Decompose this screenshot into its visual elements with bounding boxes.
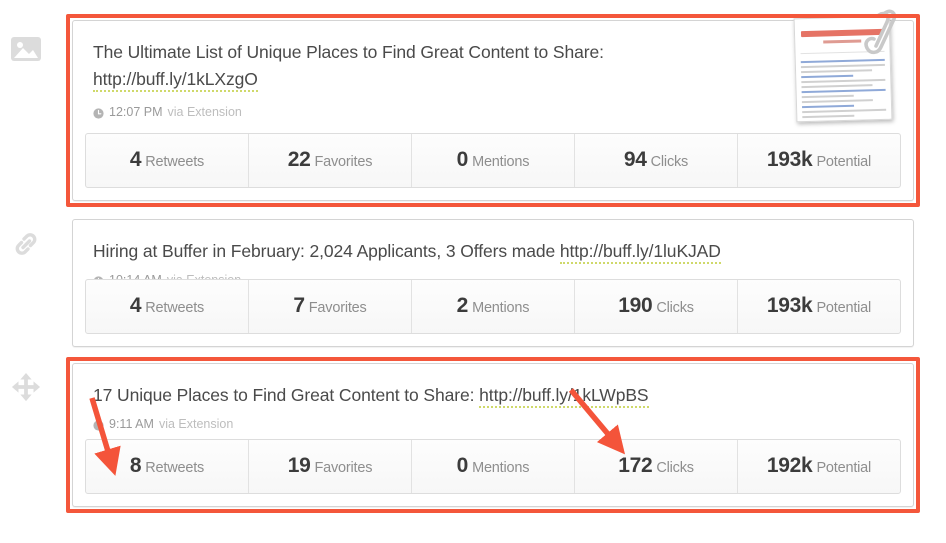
stat-retweets[interactable]: 4 Retweets <box>86 134 249 187</box>
stat-mentions-label: Mentions <box>472 154 530 170</box>
post-stats: 8 Retweets 19 Favorites 0 Mentions 172 Click… <box>85 439 901 494</box>
image-icon <box>8 31 44 67</box>
post-card-body: Hiring at Buffer in February: 2,024 Appl… <box>73 220 913 287</box>
stat-mentions-label: Mentions <box>472 300 530 316</box>
stat-retweets-label: Retweets <box>145 460 205 476</box>
stat-clicks-value: 190 <box>618 294 653 317</box>
stat-potential-value: 193k <box>766 294 813 317</box>
post-text: 17 Unique Places to Find Great Content t… <box>93 382 893 409</box>
post-text: Hiring at Buffer in February: 2,024 Appl… <box>93 238 893 265</box>
stat-clicks-value: 94 <box>623 148 647 171</box>
post-source: via Extension <box>158 417 234 431</box>
stat-retweets-value: 8 <box>129 454 142 477</box>
stat-mentions-value: 2 <box>456 294 469 317</box>
stat-retweets[interactable]: 8 Retweets <box>86 440 249 493</box>
post-text: The Ultimate List of Unique Places to Fi… <box>93 39 773 93</box>
stat-potential[interactable]: 193k Potential <box>738 134 900 187</box>
stat-favorites-value: 19 <box>287 454 311 477</box>
stat-clicks[interactable]: 94 Clicks <box>575 134 738 187</box>
stat-clicks-label: Clicks <box>650 154 689 170</box>
stat-favorites-label: Favorites <box>314 154 373 170</box>
clock-icon <box>93 419 104 431</box>
stat-mentions-value: 0 <box>456 454 469 477</box>
stat-mentions[interactable]: 2 Mentions <box>412 280 575 333</box>
post-meta: 12:07 PM via Extension <box>93 105 893 119</box>
stat-potential-label: Potential <box>816 300 872 316</box>
post-stats: 4 Retweets 7 Favorites 2 Mentions 190 Clicks… <box>85 279 901 334</box>
stat-favorites-label: Favorites <box>308 300 367 316</box>
post-stats: 4 Retweets 22 Favorites 0 Mentions 94 Clicks… <box>85 133 901 188</box>
left-gutter <box>0 0 58 543</box>
stat-favorites[interactable]: 19 Favorites <box>249 440 412 493</box>
post-time: 12:07 PM <box>109 105 163 119</box>
clock-icon <box>93 107 104 119</box>
post-card-body: 17 Unique Places to Find Great Content t… <box>73 364 913 431</box>
post-link[interactable]: http://buff.ly/1kLXzgO <box>93 69 258 92</box>
post-link[interactable]: http://buff.ly/1kLWpBS <box>479 385 649 408</box>
post-text-before: 17 Unique Places to Find Great Content t… <box>93 385 480 405</box>
post-link[interactable]: http://buff.ly/1luKJAD <box>559 241 721 264</box>
post-thumbnail[interactable] <box>789 7 899 125</box>
post-meta: 9:11 AM via Extension <box>93 417 893 431</box>
stat-retweets-value: 4 <box>129 294 142 317</box>
stat-retweets-label: Retweets <box>145 300 205 316</box>
stat-clicks-label: Clicks <box>656 300 694 316</box>
post-card[interactable]: The Ultimate List of Unique Places to Fi… <box>72 9 914 201</box>
post-card[interactable]: 17 Unique Places to Find Great Content t… <box>72 363 914 507</box>
post-source: via Extension <box>167 105 242 119</box>
stat-mentions-value: 0 <box>456 148 469 171</box>
link-icon <box>8 226 44 262</box>
stat-clicks[interactable]: 172 Clicks <box>575 440 738 493</box>
paperclip-icon <box>855 7 897 63</box>
stat-favorites[interactable]: 7 Favorites <box>249 280 412 333</box>
stat-potential-label: Potential <box>816 154 872 170</box>
stat-retweets-value: 4 <box>129 148 142 171</box>
post-time: 9:11 AM <box>109 417 154 431</box>
move-icon <box>8 369 44 405</box>
thumbnail-body-lines <box>800 58 887 119</box>
stat-retweets[interactable]: 4 Retweets <box>86 280 249 333</box>
stat-potential-label: Potential <box>816 460 872 476</box>
stat-favorites[interactable]: 22 Favorites <box>249 134 412 187</box>
stat-mentions[interactable]: 0 Mentions <box>412 134 575 187</box>
post-card-body: The Ultimate List of Unique Places to Fi… <box>73 9 913 123</box>
stat-favorites-label: Favorites <box>314 460 373 476</box>
stat-potential-value: 193k <box>766 148 813 171</box>
stat-retweets-label: Retweets <box>145 154 205 170</box>
stat-potential-value: 192k <box>766 454 813 477</box>
stat-mentions-label: Mentions <box>472 460 530 476</box>
stat-mentions[interactable]: 0 Mentions <box>412 440 575 493</box>
stat-clicks-value: 172 <box>618 454 653 477</box>
stat-favorites-value: 22 <box>287 148 311 171</box>
stat-clicks-label: Clicks <box>656 460 694 476</box>
stat-potential[interactable]: 192k Potential <box>738 440 900 493</box>
post-text-before: The Ultimate List of Unique Places to Fi… <box>93 42 604 62</box>
stat-favorites-value: 7 <box>293 294 305 317</box>
post-text-before: Hiring at Buffer in February: 2,024 Appl… <box>93 241 560 261</box>
post-card[interactable]: Hiring at Buffer in February: 2,024 Appl… <box>72 219 914 347</box>
stat-potential[interactable]: 193k Potential <box>738 280 900 333</box>
stat-clicks[interactable]: 190 Clicks <box>575 280 738 333</box>
